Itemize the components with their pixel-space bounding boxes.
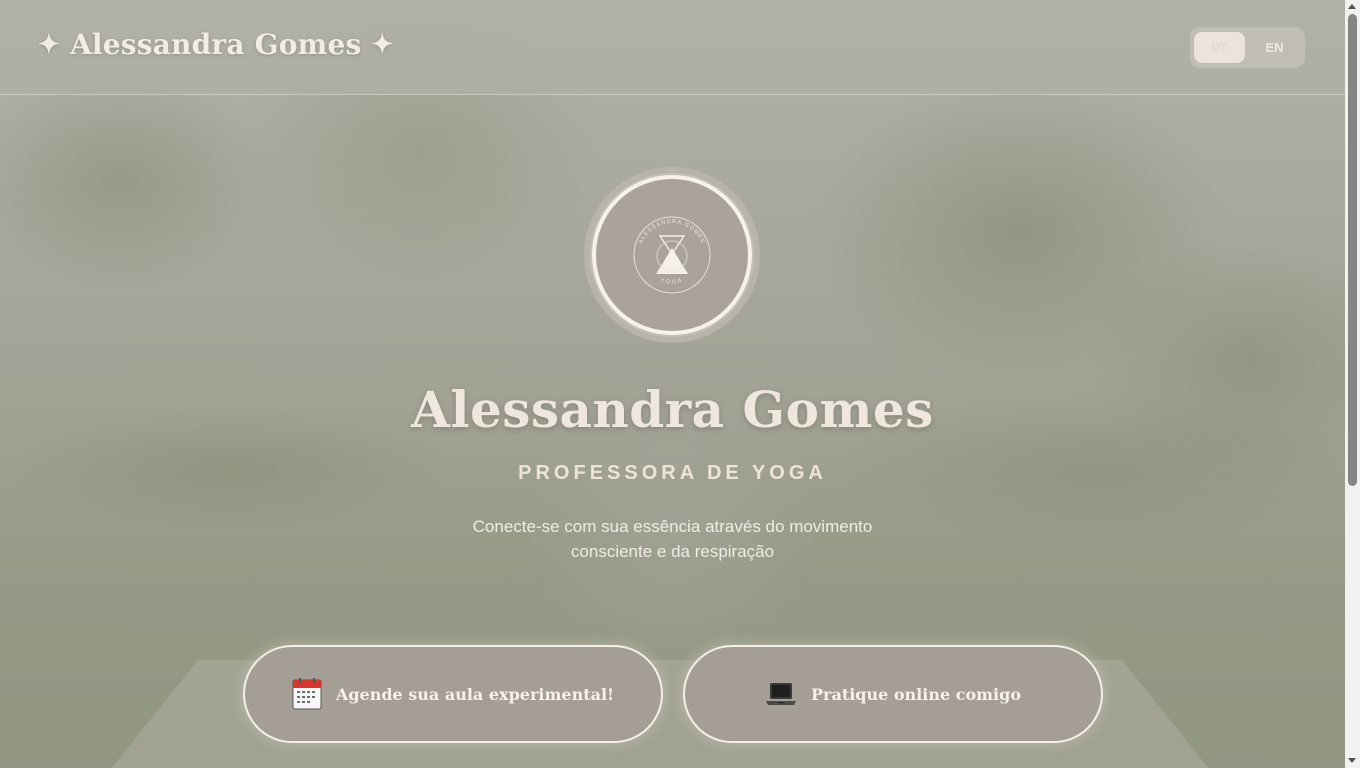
language-switcher: PT EN: [1190, 27, 1305, 68]
sparkle-icon: ✦: [371, 29, 394, 60]
practice-online-label: Pratique online comigo: [811, 684, 1021, 704]
hero-logo-ring: ALESSANDRA GOMES YOGA: [584, 167, 760, 343]
practice-online-button[interactable]: Pratique online comigo: [683, 645, 1103, 743]
hero-title: Alessandra Gomes: [411, 380, 934, 439]
laptop-icon: [765, 681, 797, 707]
scroll-up-arrow-icon[interactable]: [1348, 4, 1356, 9]
book-trial-class-button[interactable]: Agende sua aula experimental!: [243, 645, 663, 743]
hero-tagline: Conecte-se com sua essência através do m…: [472, 517, 873, 561]
scrollbar-thumb[interactable]: [1348, 14, 1357, 486]
language-option-pt[interactable]: PT: [1194, 32, 1245, 63]
sparkle-icon: ✦: [38, 29, 60, 60]
calendar-icon: [292, 678, 322, 710]
hero-subtitle: PROFESSORA DE YOGA: [518, 462, 827, 484]
book-trial-class-label: Agende sua aula experimental!: [335, 684, 615, 704]
language-option-en[interactable]: EN: [1249, 32, 1300, 63]
page-scrollbar[interactable]: [1345, 0, 1360, 768]
hourglass-mountain-logo-icon: ALESSANDRA GOMES YOGA: [633, 216, 711, 294]
scroll-down-arrow-icon[interactable]: [1348, 758, 1356, 763]
brand-logo-link[interactable]: ✦ Alessandra Gomes ✦: [38, 28, 393, 61]
svg-text:YOGA: YOGA: [660, 277, 685, 285]
logo-ring-text-bottom: YOGA: [660, 277, 683, 285]
hero-logo: ALESSANDRA GOMES YOGA: [592, 175, 752, 335]
brand-name: Alessandra Gomes: [70, 28, 362, 61]
landing-page: ✦ Alessandra Gomes ✦ PT EN ALESSANDRA GO…: [0, 0, 1360, 768]
site-header: ✦ Alessandra Gomes ✦ PT EN: [0, 0, 1345, 95]
